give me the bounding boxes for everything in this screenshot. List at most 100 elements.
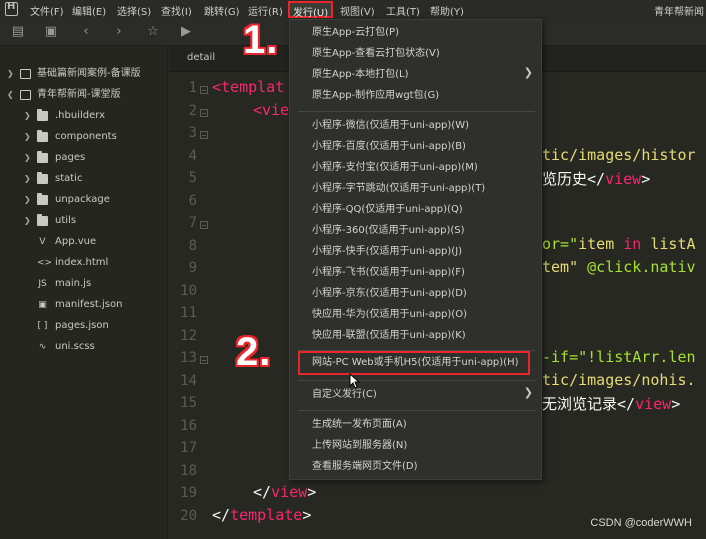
menu-help[interactable]: 帮助(Y) xyxy=(430,3,464,18)
folder-item[interactable]: ❯ static xyxy=(0,169,168,189)
code-line-20: </template> xyxy=(212,506,312,524)
menu-item-mp-lark[interactable]: 小程序-飞书(仅适用于uni-app)(F) xyxy=(312,264,465,282)
menu-item-web-h5[interactable]: 网站-PC Web或手机H5(仅适用于uni-app)(H) xyxy=(312,354,519,372)
file-item[interactable]: ▣ manifest.json xyxy=(0,295,168,315)
fold-icon[interactable] xyxy=(200,86,208,94)
menu-item-app-local-pack[interactable]: 原生App-本地打包(L) xyxy=(312,66,409,84)
folder-label: components xyxy=(55,131,117,142)
menu-item-view-server-files[interactable]: 查看服务端网页文件(D) xyxy=(312,458,418,476)
file-label: uni.scss xyxy=(55,341,95,352)
chevron-right-icon[interactable]: ❯ xyxy=(24,190,31,210)
chevron-down-icon[interactable]: ❮ xyxy=(7,85,14,105)
line-number: 12 xyxy=(180,328,197,344)
folder-item[interactable]: ❯ .hbuilderx xyxy=(0,106,168,126)
menu-item-mp-weixin[interactable]: 小程序-微信(仅适用于uni-app)(W) xyxy=(312,117,469,135)
fold-icon[interactable] xyxy=(200,221,208,229)
chevron-right-icon[interactable]: ❯ xyxy=(7,64,14,84)
line-number: 17 xyxy=(180,440,197,456)
menu-divider xyxy=(298,380,535,381)
manifest-file-icon: ▣ xyxy=(38,300,47,310)
project-item[interactable]: ❮ 青年帮新闻-课堂版 xyxy=(0,85,168,105)
publish-dropdown-menu: 原生App-云打包(P) 原生App-查看云打包状态(V) 原生App-本地打包… xyxy=(289,19,542,480)
menu-item-mp-alipay[interactable]: 小程序-支付宝(仅适用于uni-app)(M) xyxy=(312,159,478,177)
forward-arrow-icon[interactable]: › xyxy=(111,24,127,40)
menu-item-mp-jd[interactable]: 小程序-京东(仅适用于uni-app)(D) xyxy=(312,285,467,303)
code-line-1: <templat xyxy=(212,78,285,96)
folder-item[interactable]: ❯ pages xyxy=(0,148,168,168)
hbuilderx-logo-icon xyxy=(5,1,18,16)
menu-item-mp-qq[interactable]: 小程序-QQ(仅适用于uni-app)(Q) xyxy=(312,201,463,219)
project-icon xyxy=(20,69,31,79)
chevron-right-icon[interactable]: ❯ xyxy=(24,127,31,147)
vue-file-icon: V xyxy=(39,237,46,247)
chevron-right-icon[interactable]: ❯ xyxy=(24,211,31,231)
line-number: 8 xyxy=(188,238,197,254)
line-number: 13 xyxy=(180,350,197,366)
step-2-annotation: 2. xyxy=(236,330,272,374)
project-item[interactable]: ❯ 基础篇新闻案例-备课版 xyxy=(0,64,168,84)
run-icon[interactable]: ▶ xyxy=(178,24,194,40)
fold-icon[interactable] xyxy=(200,131,208,139)
folder-icon xyxy=(37,172,48,184)
folder-label: static xyxy=(55,173,83,184)
editor-tab[interactable]: detail xyxy=(187,52,215,63)
chevron-right-icon[interactable]: ❯ xyxy=(24,169,31,189)
back-arrow-icon[interactable]: ‹ xyxy=(78,24,94,40)
submenu-arrow-icon: ❯ xyxy=(523,66,533,79)
menu-divider xyxy=(298,111,535,112)
menu-publish[interactable]: 发行(U) xyxy=(288,1,334,19)
project-label: 青年帮新闻-课堂版 xyxy=(37,89,121,100)
bookmark-star-icon[interactable]: ☆ xyxy=(145,24,161,40)
menu-item-app-wgt[interactable]: 原生App-制作应用wgt包(G) xyxy=(312,87,439,105)
folder-item[interactable]: ❯ utils xyxy=(0,211,168,231)
file-label: pages.json xyxy=(55,320,109,331)
line-number: 15 xyxy=(180,395,197,411)
folder-item[interactable]: ❯ components xyxy=(0,127,168,147)
menu-item-app-cloud-status[interactable]: 原生App-查看云打包状态(V) xyxy=(312,45,440,63)
menu-item-mp-kuaishou[interactable]: 小程序-快手(仅适用于uni-app)(J) xyxy=(312,243,462,261)
menu-item-upload-site[interactable]: 上传网站到服务器(N) xyxy=(312,437,407,455)
folder-item[interactable]: ❯ unpackage xyxy=(0,190,168,210)
scss-file-icon: ∿ xyxy=(38,342,47,352)
menu-edit[interactable]: 编辑(E) xyxy=(72,3,106,18)
menu-find[interactable]: 查找(I) xyxy=(161,3,192,18)
file-item[interactable]: <> index.html xyxy=(0,253,168,273)
menu-view[interactable]: 视图(V) xyxy=(340,3,375,18)
chevron-right-icon[interactable]: ❯ xyxy=(24,148,31,168)
code-line-7: or="item in listA xyxy=(542,235,696,253)
menu-divider xyxy=(298,410,535,411)
menu-select[interactable]: 选择(S) xyxy=(117,3,151,18)
menu-item-quickapp-huawei[interactable]: 快应用-华为(仅适用于uni-app)(O) xyxy=(312,306,467,324)
file-item[interactable]: [ ] pages.json xyxy=(0,316,168,336)
line-number: 3 xyxy=(188,125,197,141)
menu-item-custom-publish[interactable]: 自定义发行(C) xyxy=(312,386,377,404)
code-line-19: </view> xyxy=(253,483,317,501)
submenu-arrow-icon: ❯ xyxy=(523,386,533,399)
save-icon[interactable]: ▣ xyxy=(43,24,59,40)
line-number: 9 xyxy=(188,260,197,276)
menu-run[interactable]: 运行(R) xyxy=(248,3,283,18)
watermark: CSDN @coderWWH xyxy=(590,517,692,529)
fold-icon[interactable] xyxy=(200,356,208,364)
file-label: manifest.json xyxy=(55,299,123,310)
file-item[interactable]: ∿ uni.scss xyxy=(0,337,168,357)
new-file-icon[interactable]: ▤ xyxy=(10,24,26,40)
chevron-right-icon[interactable]: ❯ xyxy=(24,106,31,126)
menu-item-mp-baidu[interactable]: 小程序-百度(仅适用于uni-app)(B) xyxy=(312,138,466,156)
menu-goto[interactable]: 跳转(G) xyxy=(204,3,240,18)
menu-file[interactable]: 文件(F) xyxy=(30,3,64,18)
menu-item-app-cloud-pack[interactable]: 原生App-云打包(P) xyxy=(312,24,399,42)
menu-item-quickapp-union[interactable]: 快应用-联盟(仅适用于uni-app)(K) xyxy=(312,327,466,345)
file-item[interactable]: JS main.js xyxy=(0,274,168,294)
file-item[interactable]: V App.vue xyxy=(0,232,168,252)
line-number: 5 xyxy=(188,170,197,186)
line-number: 14 xyxy=(180,373,197,389)
menu-tools[interactable]: 工具(T) xyxy=(386,3,420,18)
menu-item-mp-toutiao[interactable]: 小程序-字节跳动(仅适用于uni-app)(T) xyxy=(312,180,485,198)
line-number: 6 xyxy=(188,193,197,209)
menu-item-generate-page[interactable]: 生成统一发布页面(A) xyxy=(312,416,407,434)
menu-item-mp-360[interactable]: 小程序-360(仅适用于uni-app)(S) xyxy=(312,222,465,240)
line-number: 20 xyxy=(180,508,197,524)
fold-icon[interactable] xyxy=(200,109,208,117)
line-number: 1 xyxy=(188,80,197,96)
